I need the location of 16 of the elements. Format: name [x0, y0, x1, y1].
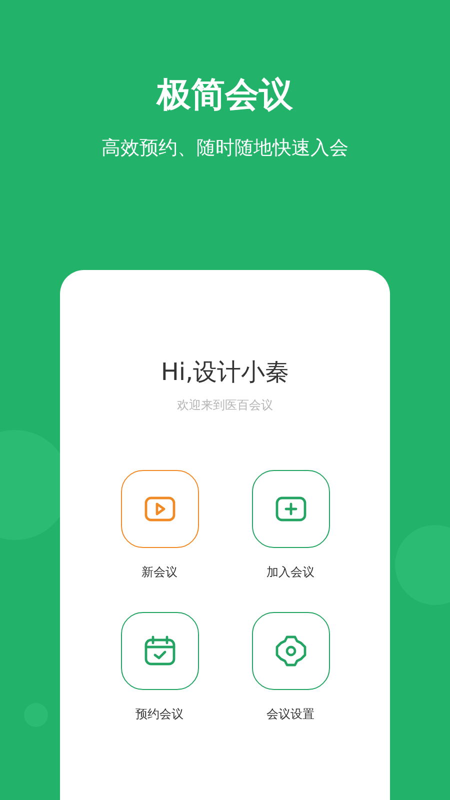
- greeting-text: Hi,设计小秦: [160, 357, 290, 388]
- plus-square-icon: [274, 495, 308, 523]
- action-label: 加入会议: [266, 564, 314, 581]
- video-play-icon: [142, 495, 176, 523]
- action-label: 预约会议: [136, 706, 184, 723]
- action-label: 会议设置: [266, 706, 314, 723]
- action-tile[interactable]: [120, 612, 198, 690]
- gear-icon: [274, 634, 308, 668]
- action-label: 新会议: [142, 564, 178, 581]
- action-tile[interactable]: [120, 470, 198, 548]
- page-subtitle: 高效预约、随时随地快速入会: [102, 136, 348, 161]
- welcome-text: 欢迎来到医百会议: [177, 397, 273, 414]
- page-title: 极简会议: [157, 74, 293, 117]
- action-tile[interactable]: [252, 470, 330, 548]
- calendar-check-icon: [142, 635, 176, 667]
- action-tile[interactable]: [252, 612, 330, 690]
